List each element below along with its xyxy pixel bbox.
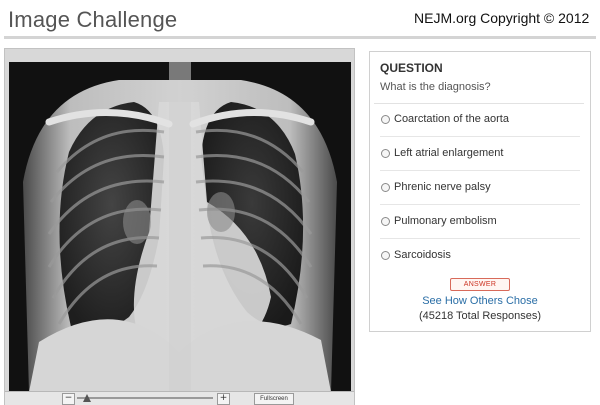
answer-button[interactable]: ANSWER xyxy=(450,278,510,291)
radio-button[interactable] xyxy=(381,251,390,260)
option-label[interactable]: Left atrial enlargement xyxy=(394,147,503,159)
chest-xray-image[interactable] xyxy=(9,62,351,392)
answer-option[interactable]: Left atrial enlargement xyxy=(380,138,580,171)
option-label[interactable]: Coarctation of the aorta xyxy=(394,113,509,125)
radio-button[interactable] xyxy=(381,183,390,192)
zoom-out-button[interactable]: − xyxy=(62,393,75,405)
fullscreen-button[interactable]: Fullscreen xyxy=(254,393,294,405)
header-divider xyxy=(4,36,596,39)
see-how-others-chose-link[interactable]: See How Others Chose xyxy=(370,295,590,307)
option-label[interactable]: Phrenic nerve palsy xyxy=(394,181,491,193)
question-heading: QUESTION xyxy=(380,61,443,75)
zoom-slider-thumb[interactable] xyxy=(83,394,91,402)
option-label[interactable]: Pulmonary embolism xyxy=(394,215,497,227)
chest-xray-drawing xyxy=(9,62,351,392)
zoom-in-button[interactable]: + xyxy=(217,393,230,405)
answer-option[interactable]: Coarctation of the aorta xyxy=(380,104,580,137)
page-title: Image Challenge xyxy=(8,7,178,32)
total-responses: (45218 Total Responses) xyxy=(418,310,542,322)
question-panel: QUESTION What is the diagnosis? Coarctat… xyxy=(369,51,591,332)
answer-option[interactable]: Phrenic nerve palsy xyxy=(380,172,580,205)
option-label[interactable]: Sarcoidosis xyxy=(394,249,451,261)
question-text: What is the diagnosis? xyxy=(380,81,491,93)
viewer-toolbar: − + Fullscreen xyxy=(5,391,354,405)
image-viewer: − + Fullscreen xyxy=(4,48,355,405)
answer-option[interactable]: Sarcoidosis xyxy=(380,240,580,273)
zoom-slider-track[interactable] xyxy=(77,397,213,399)
radio-button[interactable] xyxy=(381,115,390,124)
radio-button[interactable] xyxy=(381,217,390,226)
copyright-notice: NEJM.org Copyright © 2012 xyxy=(414,10,590,26)
answer-option[interactable]: Pulmonary embolism xyxy=(380,206,580,239)
radio-button[interactable] xyxy=(381,149,390,158)
